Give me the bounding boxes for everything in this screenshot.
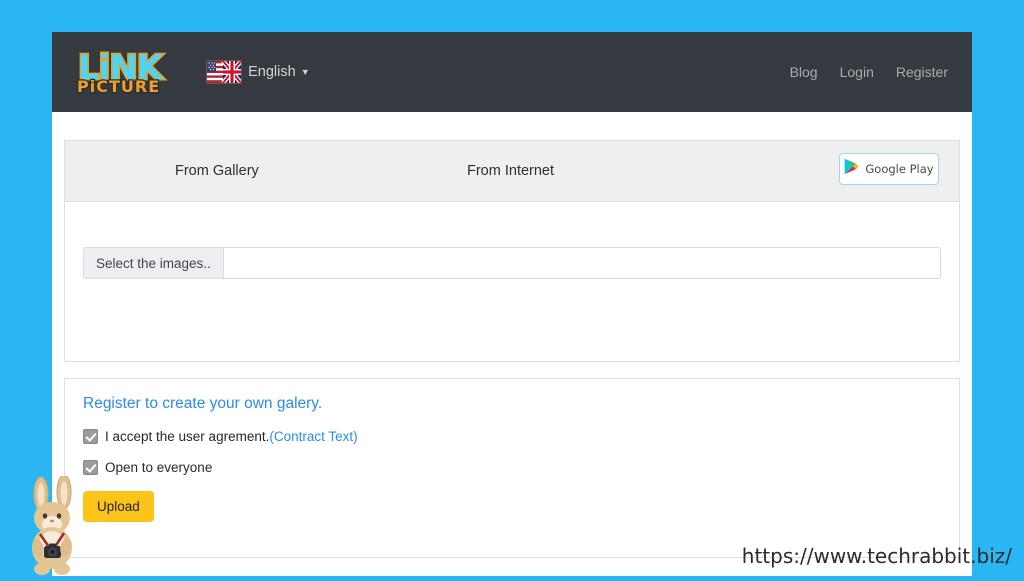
tab-from-gallery[interactable]: From Gallery xyxy=(175,163,259,179)
google-play-button[interactable]: Google Play xyxy=(839,153,939,185)
google-play-icon xyxy=(844,158,859,180)
nav-link-register[interactable]: Register xyxy=(896,64,948,80)
url-watermark: https://www.techrabbit.biz/ xyxy=(742,544,1012,568)
nav-links: Blog Login Register xyxy=(790,64,948,80)
logo-line-picture: PiCTURE xyxy=(76,79,160,95)
upload-card: From Gallery From Internet xyxy=(64,140,960,362)
accept-agreement-checkbox[interactable] xyxy=(83,429,98,444)
us-uk-flag-icon xyxy=(206,60,242,84)
nav-link-login[interactable]: Login xyxy=(840,64,874,80)
language-switcher[interactable]: English ▼ xyxy=(206,60,309,84)
register-card-title: Register to create your own galery. xyxy=(83,395,941,413)
open-to-everyone-checkbox[interactable] xyxy=(83,460,98,475)
link-picture-logo[interactable]: LiNK PiCTURE xyxy=(76,49,162,95)
language-label: English xyxy=(248,64,296,80)
browser-page: LiNK PiCTURE xyxy=(52,32,972,576)
tab-from-internet[interactable]: From Internet xyxy=(467,163,554,179)
google-play-label: Google Play xyxy=(865,162,933,176)
contract-text-link[interactable]: (Contract Text) xyxy=(269,429,357,444)
file-input-group[interactable]: Select the images.. xyxy=(83,247,941,279)
accept-agreement-label: I accept the user agrement. xyxy=(105,429,269,444)
nav-link-blog[interactable]: Blog xyxy=(790,64,818,80)
accept-agreement-row: I accept the user agrement. (Contract Te… xyxy=(83,429,941,444)
register-card: Register to create your own galery. I ac… xyxy=(64,378,960,558)
file-input-field[interactable] xyxy=(224,248,940,278)
upload-card-header: From Gallery From Internet xyxy=(65,141,959,202)
open-to-everyone-row: Open to everyone xyxy=(83,460,941,475)
upload-button[interactable]: Upload xyxy=(83,491,154,522)
main-content: From Gallery From Internet xyxy=(52,112,972,558)
navbar: LiNK PiCTURE xyxy=(52,32,972,112)
rabbit-with-camera-mascot xyxy=(14,476,90,576)
select-images-button[interactable]: Select the images.. xyxy=(84,248,224,278)
open-to-everyone-label: Open to everyone xyxy=(105,460,212,475)
chevron-down-icon: ▼ xyxy=(301,68,310,77)
